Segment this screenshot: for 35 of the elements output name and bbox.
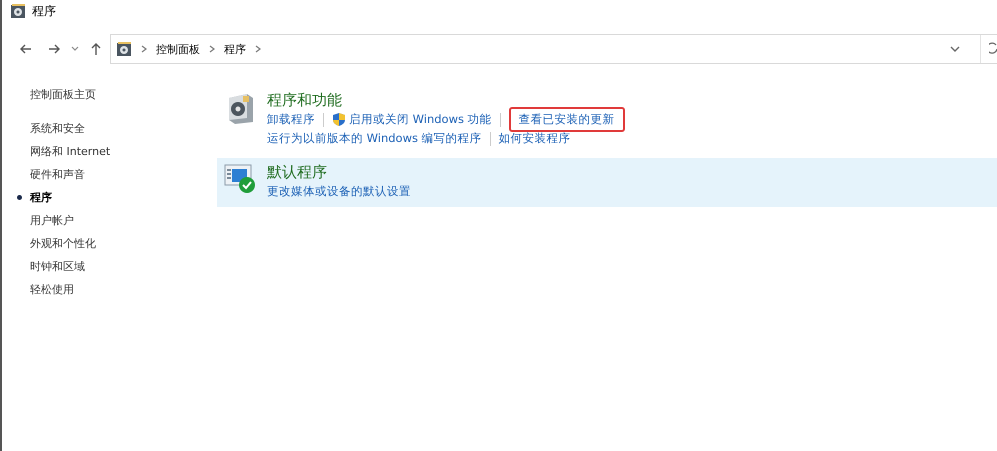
sidebar-item[interactable]: 外观和个性化	[14, 232, 217, 255]
task-link[interactable]: 卸载程序	[267, 112, 315, 127]
forward-arrow-icon[interactable]	[47, 42, 61, 56]
breadcrumb-chevron-icon	[208, 45, 216, 53]
breadcrumb-chevron-icon	[140, 45, 148, 53]
sidebar-item[interactable]: 用户帐户	[14, 209, 217, 232]
category-title[interactable]: 程序和功能	[267, 90, 342, 110]
sidebar-item[interactable]: 系统和安全	[14, 117, 217, 140]
task-link[interactable]: 运行为以前版本的 Windows 编写的程序	[267, 131, 482, 146]
sidebar-item[interactable]: 时钟和区域	[14, 255, 217, 278]
refresh-icon[interactable]	[989, 42, 997, 56]
address-bar[interactable]: 控制面板 程序	[110, 34, 997, 64]
sidebar-home-link[interactable]: 控制面板主页	[30, 86, 96, 103]
up-arrow-icon[interactable]	[89, 42, 103, 56]
sidebar-item[interactable]: 网络和 Internet	[14, 140, 217, 163]
sidebar-item[interactable]: 轻松使用	[14, 278, 217, 301]
breadcrumb[interactable]: 程序	[224, 42, 246, 56]
category-title[interactable]: 默认程序	[267, 162, 327, 182]
task-link[interactable]: 如何安装程序	[498, 131, 571, 146]
sidebar-item[interactable]: 程序	[14, 186, 217, 209]
task-link[interactable]: 更改媒体或设备的默认设置	[267, 184, 411, 199]
task-link[interactable]: 查看已安装的更新	[508, 107, 625, 132]
dropdown-caret-icon[interactable]	[950, 46, 960, 52]
recent-dropdown-icon[interactable]	[71, 46, 79, 52]
shield-icon	[332, 112, 346, 127]
control-panel-icon	[10, 3, 26, 19]
default-programs-icon	[223, 162, 257, 194]
window-title: 程序	[32, 2, 56, 20]
bullet-icon	[17, 195, 22, 200]
control-panel-icon	[116, 41, 132, 57]
breadcrumb-chevron-icon	[254, 45, 262, 53]
task-link[interactable]: 启用或关闭 Windows 功能	[332, 112, 492, 127]
back-arrow-icon[interactable]	[19, 42, 33, 56]
sidebar-item[interactable]: 硬件和声音	[14, 163, 217, 186]
breadcrumb[interactable]: 控制面板	[156, 42, 200, 56]
